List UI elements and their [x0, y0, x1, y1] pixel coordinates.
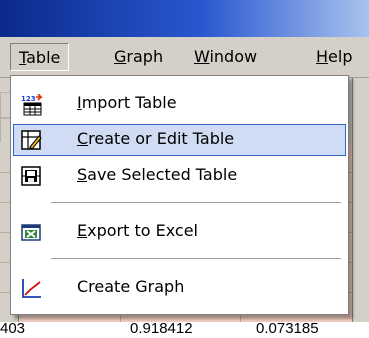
- scrollbar[interactable]: [352, 78, 369, 338]
- mnemonic: E: [77, 221, 88, 240]
- menu-graph[interactable]: Graph: [106, 43, 171, 71]
- menu-item-create-graph[interactable]: Create Graph: [13, 272, 346, 304]
- menu-item-save-selected-table[interactable]: Save Selected Table: [13, 160, 346, 192]
- menu-help-mnemonic: H: [316, 47, 329, 66]
- label-text: ave Selected Table: [87, 165, 238, 184]
- menu-help-label: elp: [328, 47, 353, 66]
- menu-item-import-table[interactable]: 123 Import Table: [13, 88, 346, 120]
- menu-item-create-or-edit-table[interactable]: Create or Edit Table: [13, 124, 346, 156]
- menu-item-label: Create or Edit Table: [77, 124, 234, 154]
- table-cell: 403: [0, 320, 26, 337]
- table-cell: 0.073185: [256, 320, 319, 337]
- label-text: reate or Edit Table: [88, 129, 235, 148]
- menu-window-label: indow: [209, 47, 258, 66]
- menu-item-label: Save Selected Table: [77, 160, 237, 190]
- screen: Table Graph Window Help 403 0.918412 0.0…: [0, 0, 369, 338]
- menu-help[interactable]: Help: [308, 43, 360, 71]
- table-row: 403 0.918412 0.073185: [0, 320, 369, 338]
- save-table-icon: [21, 166, 41, 186]
- menu-separator: [51, 258, 341, 259]
- graph-icon: [21, 278, 41, 298]
- menu-item-label: Export to Excel: [77, 216, 198, 246]
- mnemonic: S: [77, 165, 88, 184]
- menu-separator: [51, 202, 341, 203]
- menu-graph-mnemonic: G: [114, 47, 127, 66]
- menu-item-label: Import Table: [77, 88, 177, 118]
- excel-export-icon: [21, 222, 41, 242]
- table-cell: 0.918412: [130, 320, 193, 337]
- import-table-icon-badge: 123: [21, 95, 36, 103]
- menu-table-label: able: [26, 48, 61, 67]
- menu-bar: Table Graph Window Help: [0, 37, 369, 78]
- title-bar: [0, 0, 369, 37]
- label-text: xport to Excel: [87, 221, 198, 240]
- menu-table[interactable]: Table: [10, 43, 70, 71]
- table-dropdown-menu: 123 Import Table Create or Edit Table Sa…: [10, 75, 349, 315]
- edit-table-icon: [21, 130, 42, 150]
- label-text: mport Table: [81, 93, 177, 112]
- import-table-icon: 123: [21, 93, 43, 116]
- mnemonic: C: [77, 129, 89, 148]
- menu-item-export-to-excel[interactable]: Export to Excel: [13, 216, 346, 248]
- menu-window[interactable]: Window: [186, 43, 265, 71]
- menu-graph-label: raph: [126, 47, 164, 66]
- menu-window-mnemonic: W: [194, 47, 210, 66]
- menu-item-label: Create Graph: [77, 277, 185, 296]
